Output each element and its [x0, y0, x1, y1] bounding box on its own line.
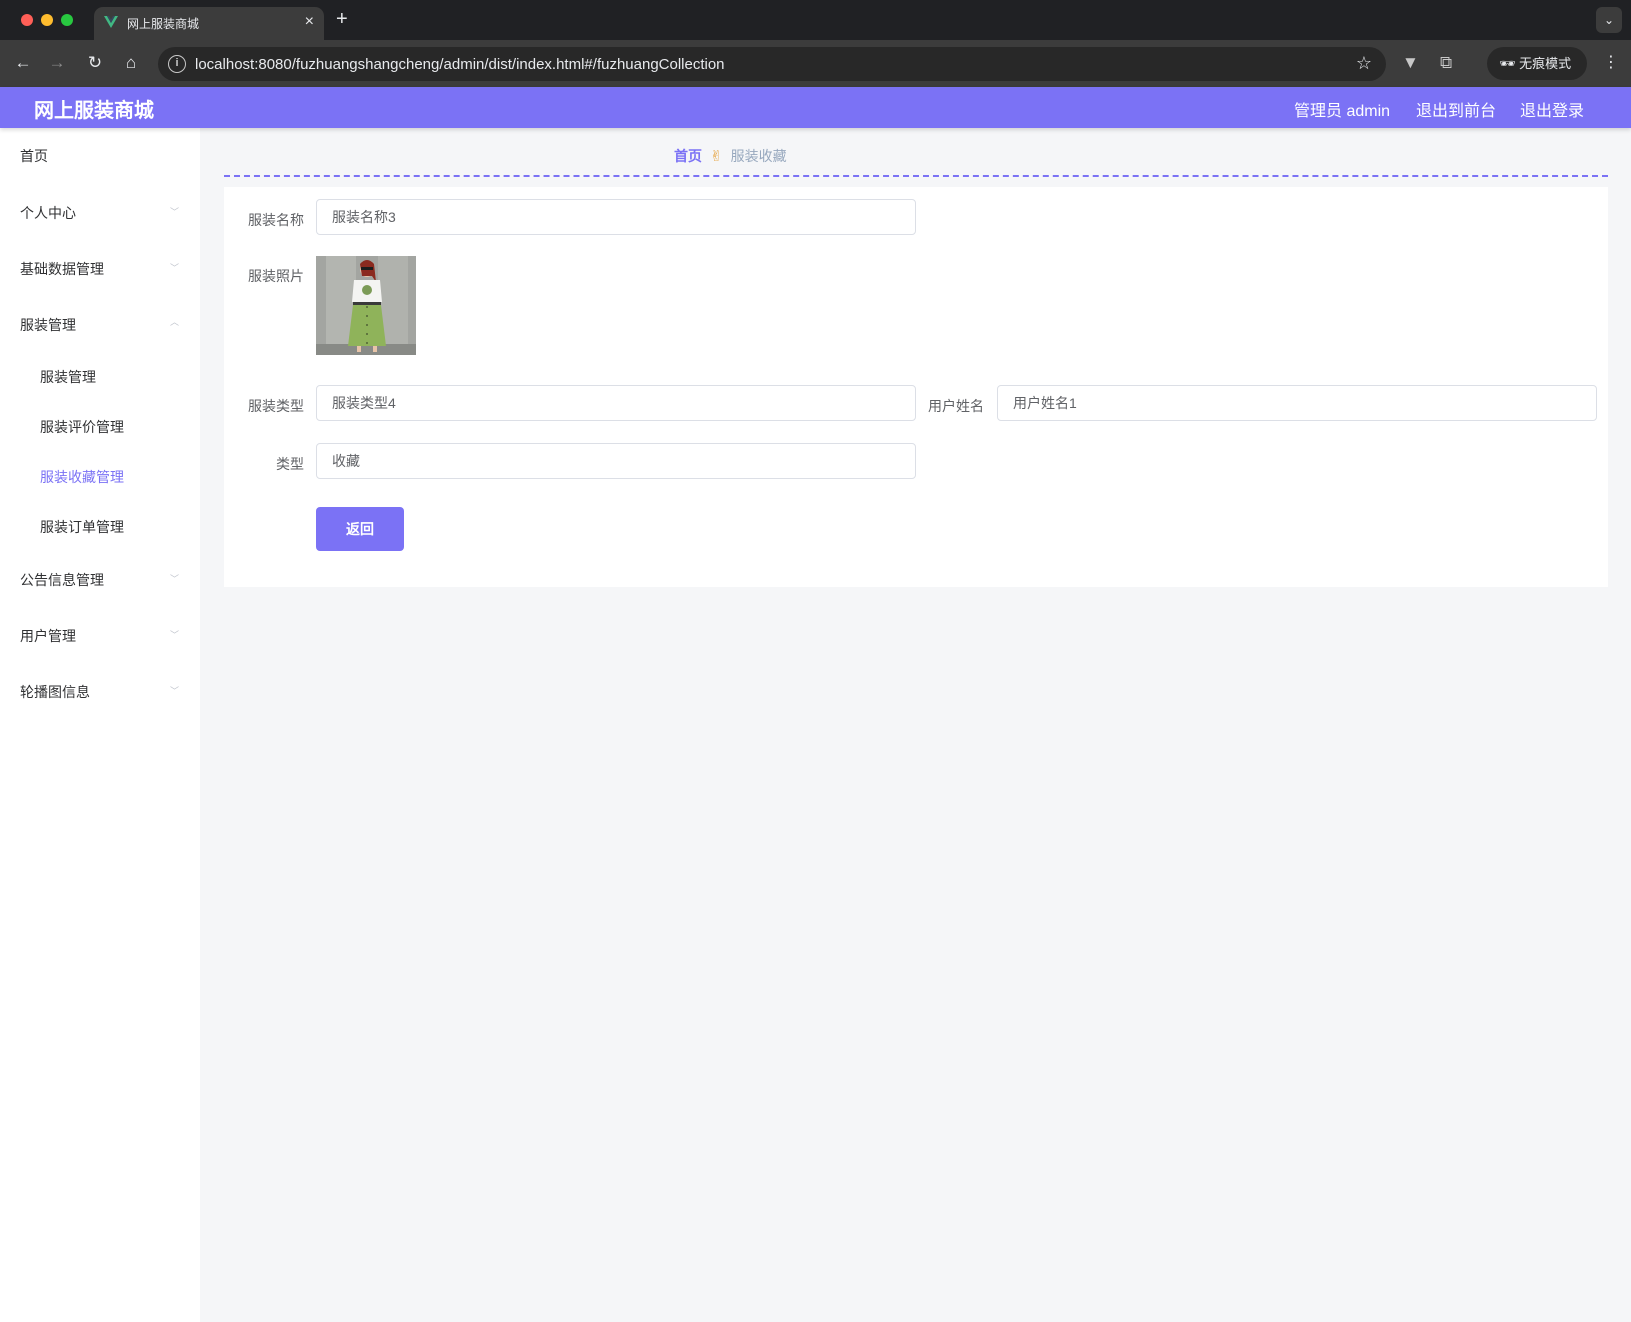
sidebar-subitem-collection-mgmt[interactable]: 服装收藏管理 [40, 467, 124, 487]
incognito-label: 无痕模式 [1519, 56, 1572, 71]
clothing-name-label: 服装名称 [248, 212, 304, 228]
url-text[interactable]: localhost:8080/fuzhuangshangcheng/admin/… [195, 56, 725, 73]
forward-icon[interactable]: → [46, 52, 68, 74]
new-tab-button[interactable]: + [336, 8, 348, 30]
detail-form: 服装名称 服装名称3 服装照片 服装类型 服装类型4 用户姓名 用户姓名1 类型… [224, 187, 1608, 587]
clothing-type-field[interactable]: 服装类型4 [316, 385, 916, 421]
sidebar-item-basic-data[interactable]: 基础数据管理 [20, 259, 104, 279]
clothing-type-label: 服装类型 [248, 398, 304, 414]
vue-devtools-icon[interactable]: ▼ [1402, 52, 1419, 74]
sidebar: 首页 个人中心 ﹀ 基础数据管理 ﹀ 服装管理 ︿ 服装管理 服装评价管理 服装… [0, 128, 200, 1322]
breadcrumb: 首页 ✌ 服装收藏 [674, 146, 787, 166]
clothing-photo[interactable] [316, 256, 416, 355]
clothing-photo-image [316, 256, 416, 355]
user-name-field[interactable]: 用户姓名1 [997, 385, 1597, 421]
sidebar-item-personal[interactable]: 个人中心 [20, 203, 76, 223]
app-header: 网上服装商城 管理员 admin 退出到前台 退出登录 [0, 87, 1631, 128]
vue-logo-icon [104, 16, 118, 28]
admin-user-label: 管理员 admin [1294, 103, 1391, 120]
sidebar-item-clothing[interactable]: 服装管理 [20, 315, 76, 335]
browser-toolbar: ← → ↻ ⌂ i localhost:8080/fuzhuangshangch… [0, 40, 1631, 87]
tab-search-button[interactable]: ⌄ [1596, 7, 1622, 33]
browser-tab-bar: 网上服装商城 × + ⌄ [0, 0, 1631, 40]
breadcrumb-home[interactable]: 首页 [674, 148, 702, 164]
tab-close-icon[interactable]: × [305, 12, 314, 32]
star-icon[interactable]: ☆ [1356, 53, 1372, 74]
sidebar-subitem-clothing-mgmt[interactable]: 服装管理 [40, 367, 96, 387]
back-icon[interactable]: ← [12, 52, 34, 74]
sidebar-subitem-review-mgmt[interactable]: 服装评价管理 [40, 417, 124, 437]
dashed-divider [224, 175, 1608, 177]
user-name-label: 用户姓名 [928, 398, 984, 414]
close-window-button[interactable] [21, 14, 33, 26]
sidebar-item-users[interactable]: 用户管理 [20, 626, 76, 646]
maximize-window-button[interactable] [61, 14, 73, 26]
incognito-icon: 🕶 [1499, 56, 1516, 71]
chevron-down-icon: ﹀ [170, 630, 180, 640]
tab-title: 网上服装商城 [127, 17, 200, 31]
more-icon[interactable]: ⋮ [1603, 52, 1619, 74]
sidebar-item-notice[interactable]: 公告信息管理 [20, 570, 104, 590]
reload-icon[interactable]: ↻ [84, 52, 106, 74]
chevron-up-icon: ︿ [170, 317, 180, 327]
incognito-badge[interactable]: 🕶 无痕模式 [1487, 47, 1587, 80]
chevron-down-icon: ﹀ [170, 263, 180, 273]
clothing-photo-label: 服装照片 [248, 268, 304, 284]
browser-tab[interactable]: 网上服装商城 × [94, 7, 324, 40]
chevron-down-icon: ﹀ [170, 207, 180, 217]
app-title: 网上服装商城 [34, 100, 154, 122]
logout-link[interactable]: 退出登录 [1520, 97, 1584, 121]
breadcrumb-current: 服装收藏 [730, 148, 787, 164]
home-icon[interactable]: ⌂ [120, 52, 142, 74]
clothing-name-field[interactable]: 服装名称3 [316, 199, 916, 235]
kind-field[interactable]: 收藏 [316, 443, 916, 479]
page-body: 首页 个人中心 ﹀ 基础数据管理 ﹀ 服装管理 ︿ 服装管理 服装评价管理 服装… [0, 128, 1631, 1322]
victory-hand-icon: ✌ [710, 148, 723, 165]
chevron-down-icon: ﹀ [170, 686, 180, 696]
chevron-down-icon: ﹀ [170, 574, 180, 584]
minimize-window-button[interactable] [41, 14, 53, 26]
sidebar-item-home[interactable]: 首页 [20, 146, 48, 166]
sidebar-item-carousel[interactable]: 轮播图信息 [20, 682, 90, 702]
exit-to-front-link[interactable]: 退出到前台 [1416, 97, 1496, 121]
extensions-icon[interactable]: ⧉ [1440, 52, 1452, 74]
address-bar[interactable]: i localhost:8080/fuzhuangshangcheng/admi… [158, 47, 1386, 81]
kind-label: 类型 [276, 456, 304, 472]
info-icon[interactable]: i [168, 55, 186, 73]
sidebar-subitem-order-mgmt[interactable]: 服装订单管理 [40, 517, 124, 537]
back-button[interactable]: 返回 [316, 507, 404, 551]
